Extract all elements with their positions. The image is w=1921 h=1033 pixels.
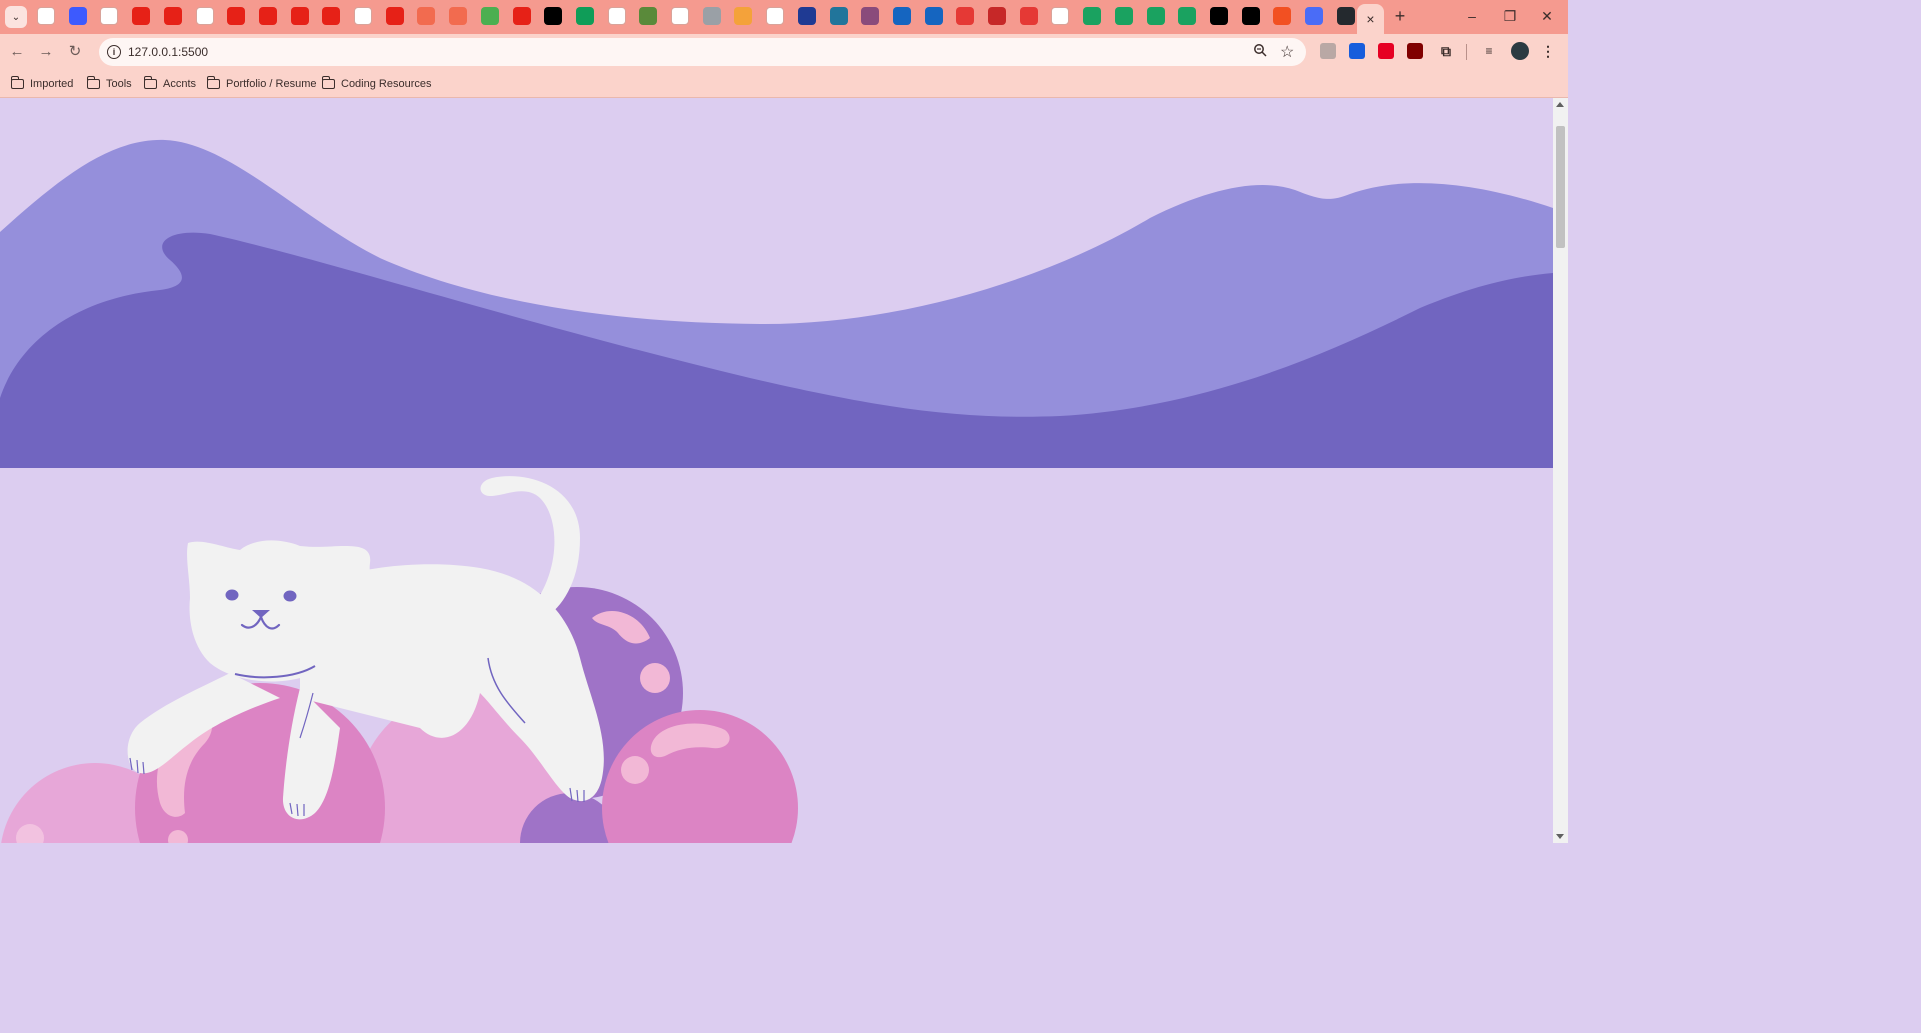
media-controls-icon[interactable]: ≡ xyxy=(1481,43,1497,59)
chatbot-icon[interactable] xyxy=(68,7,87,25)
ublock-icon[interactable] xyxy=(1407,43,1423,59)
folder-icon xyxy=(322,76,335,89)
pinterest-icon[interactable] xyxy=(1378,43,1394,59)
folder-icon xyxy=(87,76,100,89)
sparkle-icon[interactable] xyxy=(417,7,436,25)
youtube-icon[interactable] xyxy=(132,7,151,25)
colorful-icon[interactable] xyxy=(480,7,499,25)
mdp-icon[interactable] xyxy=(924,7,943,25)
active-tab[interactable]: × xyxy=(1357,4,1384,34)
tab-search-button[interactable]: ⌄ xyxy=(5,6,27,28)
page-viewport xyxy=(0,98,1553,843)
browser-toolbar: ← → ↻ i 127.0.0.1:5500 ☆ ⧉ ≡ ⋮ xyxy=(0,34,1568,70)
mail-icon[interactable] xyxy=(37,7,55,25)
bookmark-folder-imported[interactable]: Imported xyxy=(11,75,73,93)
bookmark-label: Tools xyxy=(106,78,132,90)
green-icon[interactable] xyxy=(1146,7,1165,25)
bookmark-folder-tools[interactable]: Tools xyxy=(87,75,132,93)
folder-icon xyxy=(144,76,157,89)
extensions-puzzle-icon[interactable]: ⧉ xyxy=(1438,43,1454,59)
address-bar[interactable]: i 127.0.0.1:5500 ☆ xyxy=(99,38,1306,66)
bookmarks-bar: Imported Tools Accnts Portfolio / Resume… xyxy=(0,70,1568,98)
bookmark-star-icon[interactable]: ☆ xyxy=(1280,42,1294,62)
green-icon[interactable] xyxy=(1114,7,1133,25)
site-info-icon[interactable]: i xyxy=(107,45,121,59)
google-icon[interactable] xyxy=(607,7,626,25)
arrow-right-icon: → xyxy=(38,43,54,60)
sparkle-icon[interactable] xyxy=(449,7,468,25)
youtube-icon[interactable] xyxy=(290,7,309,25)
google-icon[interactable] xyxy=(100,7,119,25)
bitwarden-icon[interactable] xyxy=(1349,43,1365,59)
puzzle-grey-icon[interactable] xyxy=(1320,43,1336,59)
restore-button[interactable]: ❐ xyxy=(1500,7,1520,25)
chat-icon[interactable] xyxy=(1305,7,1323,25)
forward-button[interactable]: → xyxy=(35,41,57,63)
ball-highlight xyxy=(640,663,670,693)
youtube-icon[interactable] xyxy=(227,7,246,25)
youtube-icon[interactable] xyxy=(163,7,182,25)
close-tab-icon[interactable]: × xyxy=(1366,11,1374,27)
folder-icon xyxy=(207,76,220,89)
chevron-down-icon: ⌄ xyxy=(11,11,21,23)
reload-button[interactable]: ↻ xyxy=(64,41,86,63)
youtube-icon[interactable] xyxy=(322,7,341,25)
green-icon[interactable] xyxy=(1083,7,1102,25)
circle-icon[interactable] xyxy=(797,7,816,25)
microsoft-icon[interactable] xyxy=(1273,7,1292,25)
minimize-button[interactable]: – xyxy=(1462,7,1482,25)
bookmark-label: Imported xyxy=(30,78,74,90)
zoom-icon[interactable] xyxy=(1253,43,1267,60)
scroll-up-icon[interactable] xyxy=(1556,102,1564,107)
bookmark-label: Coding Resources xyxy=(341,78,432,90)
sheets-icon[interactable] xyxy=(575,7,594,25)
youtube-icon[interactable] xyxy=(385,7,404,25)
bookmark-label: Portfolio / Resume xyxy=(226,78,317,90)
bookmark-folder-portfolio[interactable]: Portfolio / Resume xyxy=(207,75,316,93)
shield-icon[interactable] xyxy=(861,7,880,25)
mask-icon[interactable] xyxy=(354,7,372,25)
toolbar-divider xyxy=(1466,44,1467,60)
wordpress-icon[interactable] xyxy=(829,7,848,25)
youtube-icon[interactable] xyxy=(512,7,531,25)
tab-strip: ⌄ × + – ❐ ✕ xyxy=(0,0,1568,34)
rh-icon[interactable] xyxy=(988,7,1006,25)
feather-icon[interactable] xyxy=(734,7,753,25)
leaf-icon[interactable] xyxy=(639,7,658,25)
profile-avatar[interactable] xyxy=(1511,42,1529,60)
back-button[interactable]: ← xyxy=(6,41,28,63)
bookmark-folder-accnts[interactable]: Accnts xyxy=(144,75,196,93)
scroll-thumb[interactable] xyxy=(1556,126,1565,248)
arrow-left-icon: ← xyxy=(9,43,25,60)
menu-dots-icon[interactable]: ⋮ xyxy=(1540,43,1556,59)
bookmark-label: Accnts xyxy=(163,78,197,90)
vertical-scrollbar[interactable] xyxy=(1553,98,1568,843)
hero-illustration xyxy=(0,98,1553,843)
qt-icon[interactable] xyxy=(1209,7,1228,25)
c-red-icon[interactable] xyxy=(956,7,975,25)
bookmark-folder-coding-resources[interactable]: Coding Resources xyxy=(322,75,432,93)
info-icon[interactable] xyxy=(1051,7,1070,25)
github-icon[interactable] xyxy=(1336,7,1355,25)
openai-icon[interactable] xyxy=(195,7,214,25)
openai-icon[interactable] xyxy=(766,7,785,25)
ball-highlight xyxy=(621,756,649,784)
medium-icon[interactable] xyxy=(544,7,563,25)
scroll-down-icon[interactable] xyxy=(1556,834,1564,839)
youtube-icon[interactable] xyxy=(258,7,277,25)
close-window-button[interactable]: ✕ xyxy=(1537,7,1557,25)
box-icon[interactable] xyxy=(702,7,721,25)
mdp-icon[interactable] xyxy=(892,7,911,25)
reload-icon: ↻ xyxy=(68,43,82,60)
qt-icon[interactable] xyxy=(1241,7,1260,25)
url-text[interactable]: 127.0.0.1:5500 xyxy=(128,45,208,59)
folder-icon xyxy=(11,76,24,89)
c-icon[interactable] xyxy=(671,7,689,25)
new-tab-button[interactable]: + xyxy=(1392,7,1408,25)
c-red-icon[interactable] xyxy=(1019,7,1038,25)
green-icon[interactable] xyxy=(1178,7,1197,25)
